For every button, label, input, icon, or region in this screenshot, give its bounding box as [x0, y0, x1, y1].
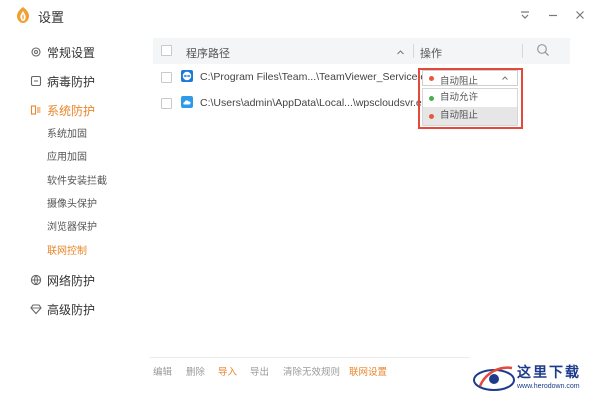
sidebar-item-network[interactable]: 网络防护 [30, 271, 95, 289]
footer-divider [150, 357, 470, 358]
option-label: 自动阻止 [440, 110, 479, 121]
option-auto-allow[interactable]: 自动允许 [423, 89, 517, 107]
status-dot [429, 96, 434, 101]
sidebar-item-system[interactable]: 系统防护 [30, 101, 95, 119]
sidebar-item-label: 病毒防护 [47, 74, 96, 89]
action-select[interactable]: 自动阻止 [422, 70, 518, 87]
sidebar-item-general[interactable]: 常规设置 [30, 43, 95, 61]
status-dot [429, 76, 434, 81]
gear-icon [30, 46, 42, 58]
sidebar-item-virus[interactable]: 病毒防护 [30, 72, 95, 90]
diamond-icon [30, 303, 42, 315]
sidebar-item-advanced[interactable]: 高级防护 [30, 300, 95, 318]
column-divider [522, 44, 523, 58]
select-all-checkbox[interactable] [161, 45, 172, 56]
minimize-icon[interactable] [544, 6, 562, 24]
option-auto-block[interactable]: 自动阻止 [423, 107, 517, 125]
row-path: C:\Users\admin\AppData\Local...\wpscloud… [200, 97, 433, 109]
sidebar: 常规设置 病毒防护 系统防护 系统加固 应用加固 软件安装拦截 摄像头保护 浏览… [0, 32, 122, 395]
title-bar: 设置 [0, 0, 600, 30]
menu-icon[interactable] [516, 6, 534, 24]
status-dot [429, 114, 434, 119]
column-divider [413, 44, 414, 58]
action-select-value: 自动阻止 [440, 76, 479, 87]
action-dropdown-menu: 自动允许 自动阻止 [422, 88, 518, 126]
column-header-action: 操作 [420, 48, 442, 60]
sort-chevron-icon[interactable] [396, 46, 405, 60]
chevron-up-icon [501, 74, 509, 85]
sidebar-item-label: 网络防护 [47, 273, 96, 288]
search-icon[interactable] [536, 43, 550, 60]
clear-invalid-rules-button[interactable]: 清除无效规则 [283, 364, 340, 378]
sidebar-item-label: 高级防护 [47, 302, 96, 317]
close-icon[interactable] [571, 6, 589, 24]
sidebar-item-label: 系统防护 [47, 103, 96, 118]
watermark-text: 这里下载 [517, 365, 581, 381]
watermark-url: www.herodown.com [517, 383, 580, 390]
globe-icon [30, 274, 42, 286]
edit-button[interactable]: 编辑 [153, 364, 172, 378]
sub-item-system-hardening[interactable]: 系统加固 [47, 128, 87, 142]
wps-cloud-icon [181, 96, 193, 108]
system-shield-icon [30, 104, 42, 116]
sidebar-item-label: 常规设置 [47, 45, 96, 60]
import-button[interactable]: 导入 [218, 364, 237, 378]
option-label: 自动允许 [440, 92, 479, 103]
row-path: C:\Program Files\Team...\TeamViewer_Serv… [200, 71, 438, 83]
window-title: 设置 [38, 10, 65, 25]
app-logo-icon [14, 6, 32, 24]
sub-item-app-hardening[interactable]: 应用加固 [47, 151, 87, 165]
export-button[interactable]: 导出 [250, 364, 269, 378]
delete-button[interactable]: 删除 [186, 364, 205, 378]
sub-item-camera[interactable]: 摄像头保护 [47, 198, 97, 212]
virus-scan-icon [30, 75, 42, 87]
table-header: 程序路径 操作 [153, 38, 570, 64]
teamviewer-icon [181, 70, 193, 82]
column-header-path[interactable]: 程序路径 [186, 45, 230, 61]
row-checkbox[interactable] [161, 72, 172, 83]
sub-item-install-block[interactable]: 软件安装拦截 [47, 175, 107, 189]
network-settings-button[interactable]: 联网设置 [349, 364, 387, 378]
row-checkbox[interactable] [161, 98, 172, 109]
sub-item-network-control[interactable]: 联网控制 [47, 245, 87, 259]
sub-item-browser[interactable]: 浏览器保护 [47, 221, 97, 235]
